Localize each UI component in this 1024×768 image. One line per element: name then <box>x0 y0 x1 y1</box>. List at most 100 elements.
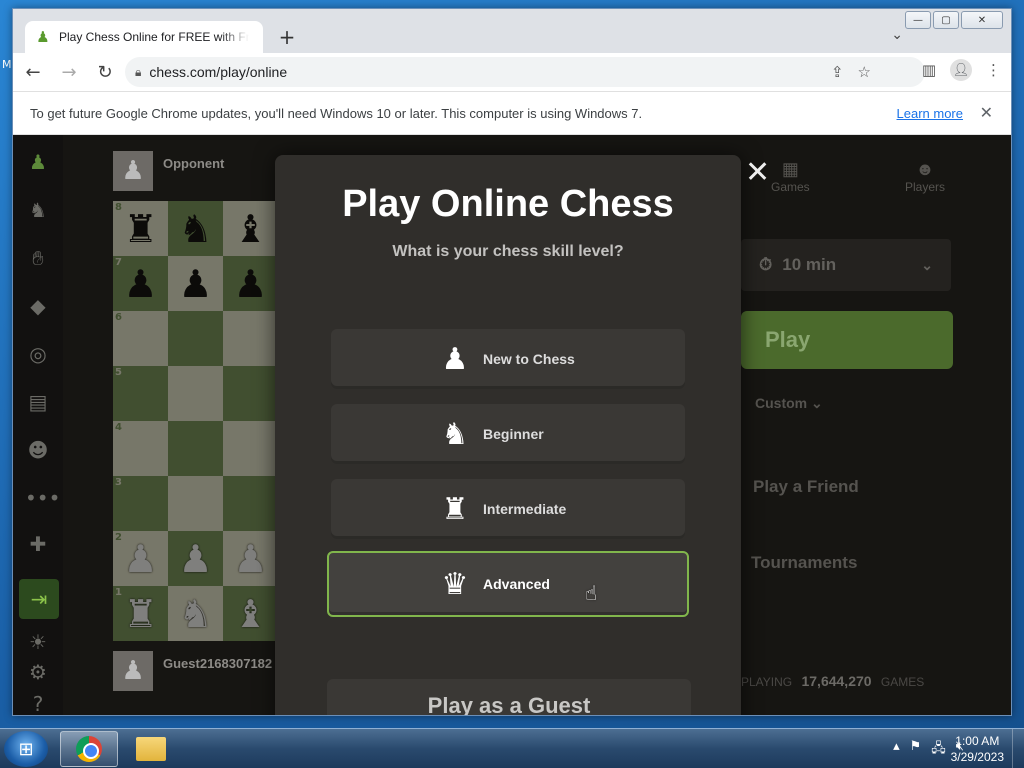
board-square[interactable]: ♟ <box>168 256 223 311</box>
forward-button[interactable]: → <box>53 56 85 88</box>
learn-more-link[interactable]: Learn more <box>897 106 963 121</box>
reload-button[interactable]: ↻ <box>89 56 121 88</box>
skill-label: Beginner <box>483 426 544 442</box>
skill-beginner-button[interactable]: ♞ Beginner <box>331 404 685 464</box>
new-tab-button[interactable]: + <box>275 25 299 49</box>
chess-piece[interactable]: ♜ <box>123 207 157 251</box>
custom-link[interactable]: Custom ⌄ <box>755 395 823 412</box>
chess-piece[interactable]: ♝ <box>233 592 267 636</box>
chess-piece[interactable]: ♞ <box>178 207 212 251</box>
chess-piece[interactable]: ♟ <box>123 537 157 581</box>
help-icon[interactable]: ? <box>25 691 51 715</box>
profile-icon[interactable]: 👤︎ <box>950 59 972 81</box>
chess-piece[interactable]: ♟ <box>123 262 157 306</box>
maximize-button[interactable]: ▢ <box>933 11 959 29</box>
chess-piece[interactable]: ♟ <box>178 262 212 306</box>
show-desktop-button[interactable] <box>1012 729 1024 768</box>
browser-tab[interactable]: ♟ Play Chess Online for FREE with Friend… <box>25 21 263 53</box>
learn-icon[interactable]: ◆ <box>25 293 51 319</box>
settings-gear-icon[interactable]: ⚙ <box>25 659 51 685</box>
action-center-flag-icon[interactable]: ⚑ <box>910 739 922 761</box>
tray-expand-icon[interactable]: ▴ <box>893 739 900 761</box>
board-square[interactable] <box>168 311 223 366</box>
board-square[interactable] <box>168 366 223 421</box>
playing-label: PLAYING <box>741 675 793 689</box>
chess-board[interactable]: ♜ 8 ♞ ♝ ♟ 7 ♟ ♟ 6 5 4 3 ♟ 2 ♟ ♟ ♜ 1 ♞ ♝ <box>113 201 277 641</box>
tab-search-chevron-icon[interactable]: ⌄ <box>891 27 903 43</box>
taskbar: ⊞ ▴ ⚑ 🖧︎ 🔇︎ 1:00 AM 3/29/2023 <box>0 728 1024 768</box>
skill-new-to-chess-button[interactable]: ♟ New to Chess <box>331 329 685 389</box>
skill-advanced-button[interactable]: ♛ Advanced <box>327 551 689 617</box>
taskbar-chrome-button[interactable] <box>60 731 118 767</box>
board-square[interactable]: ♞ <box>168 201 223 256</box>
watch-binoculars-icon[interactable]: ◎ <box>25 341 51 367</box>
chess-piece[interactable]: ♞ <box>178 592 212 636</box>
chess-pawn-favicon-icon: ♟ <box>36 28 50 46</box>
board-square[interactable]: ♜ 8 <box>113 201 168 256</box>
board-square[interactable] <box>223 311 277 366</box>
puzzle-icon[interactable]: ♞ <box>25 197 51 223</box>
board-square[interactable]: ♜ 1 <box>113 586 168 641</box>
minimize-button[interactable]: — <box>905 11 931 29</box>
address-bar[interactable]: 🔒︎ chess.com/play/online <box>125 57 925 87</box>
tab-games[interactable]: ▦ Games <box>771 159 810 194</box>
bookmark-star-icon[interactable]: ☆ <box>858 63 871 81</box>
tab-players-label: Players <box>905 180 946 194</box>
chess-logo-icon[interactable]: ♟ <box>25 149 51 175</box>
board-square[interactable] <box>223 476 277 531</box>
modal-close-icon[interactable]: ✕ <box>745 155 770 190</box>
more-dots-icon[interactable]: ••• <box>25 485 60 511</box>
taskbar-explorer-button[interactable] <box>122 731 180 767</box>
close-window-button[interactable]: ✕ <box>961 11 1003 29</box>
log-in-icon[interactable]: ⇥ <box>19 579 59 619</box>
site-sidebar: ♟ ♞ ✋︎ ◆ ◎ ▤ ☻ ••• ✚ ⇥ ☀ ⚙ ? <box>13 135 63 715</box>
chess-piece[interactable]: ♝ <box>233 207 267 251</box>
chess-piece[interactable]: ♟ <box>233 537 267 581</box>
play-button[interactable]: Play <box>741 311 953 369</box>
share-icon[interactable]: ⇪ <box>831 63 844 81</box>
sign-up-icon[interactable]: ✚ <box>25 531 51 557</box>
social-icon[interactable]: ☻ <box>25 437 51 463</box>
lock-icon[interactable]: 🔒︎ <box>135 65 141 80</box>
board-square[interactable]: 5 <box>113 366 168 421</box>
update-infobar: To get future Google Chrome updates, you… <box>13 91 1011 135</box>
chess-piece[interactable]: ♜ <box>123 592 157 636</box>
play-as-guest-button[interactable]: Play as a Guest <box>327 679 691 715</box>
play-hand-icon[interactable]: ✋︎ <box>25 245 51 271</box>
chess-piece[interactable]: ♟ <box>233 262 267 306</box>
play-friend-link[interactable]: Play a Friend <box>753 477 859 497</box>
board-square[interactable] <box>168 476 223 531</box>
board-square[interactable]: ♟ <box>168 531 223 586</box>
tab-players[interactable]: ☻ Players <box>905 159 945 194</box>
system-clock[interactable]: 1:00 AM 3/29/2023 <box>951 733 1004 765</box>
news-icon[interactable]: ▤ <box>25 389 51 415</box>
network-icon[interactable]: 🖧︎ <box>931 739 946 761</box>
board-square[interactable]: ♟ 2 <box>113 531 168 586</box>
board-square[interactable]: ♟ <box>223 256 277 311</box>
board-square[interactable]: ♟ 7 <box>113 256 168 311</box>
rank-label: 7 <box>115 257 122 268</box>
infobar-close-icon[interactable]: ✕ <box>980 103 993 122</box>
board-square[interactable]: ♞ <box>168 586 223 641</box>
board-square[interactable] <box>223 421 277 476</box>
theme-icon[interactable]: ☀ <box>25 629 51 655</box>
side-panel-icon[interactable]: ▥ <box>922 61 936 79</box>
board-square[interactable]: ♝ <box>223 586 277 641</box>
board-square[interactable]: 4 <box>113 421 168 476</box>
skill-intermediate-button[interactable]: ♜ Intermediate <box>331 479 685 539</box>
chess-piece[interactable]: ♟ <box>178 537 212 581</box>
board-square[interactable]: 6 <box>113 311 168 366</box>
board-square[interactable] <box>168 421 223 476</box>
board-square[interactable]: ♝ <box>223 201 277 256</box>
tournaments-link[interactable]: Tournaments <box>751 553 857 573</box>
time-control-select[interactable]: ⏱︎ 10 min ⌄ <box>741 239 951 291</box>
board-square[interactable]: 3 <box>113 476 168 531</box>
guest-row: ♟ Guest2168307182 <box>113 651 272 691</box>
rank-label: 8 <box>115 202 122 213</box>
start-button[interactable]: ⊞ <box>4 731 48 767</box>
menu-kebab-icon[interactable]: ⋮ <box>986 61 1001 79</box>
board-square[interactable] <box>223 366 277 421</box>
hand-cursor-icon: ☝︎ <box>585 581 598 605</box>
board-square[interactable]: ♟ <box>223 531 277 586</box>
back-button[interactable]: ← <box>17 56 49 88</box>
